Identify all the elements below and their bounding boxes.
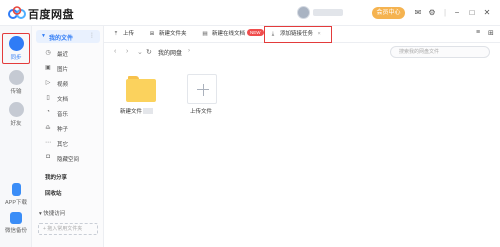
offline-task-highlight: ⤓ 添加链接任务 × (264, 26, 332, 43)
mail-icon[interactable]: ✉ (413, 8, 423, 18)
member-center-button[interactable]: 会员中心 (372, 7, 405, 19)
nav-my-files[interactable]: ▼ 我的文件 ⋮ (36, 30, 100, 43)
folder-body (126, 79, 156, 102)
new-badge: NEW (247, 29, 264, 36)
left-rail: 同步 传输 好友 APP下载 微信备份 (0, 26, 32, 247)
file-area: 新建文件 上传文件 (104, 62, 500, 247)
upload-button[interactable]: ⤒ 上传 (112, 29, 134, 40)
nav-item-label: 视频 (57, 81, 69, 88)
add-link-task-label: 添加链接任务 (280, 31, 314, 37)
plus-icon-vertical (202, 84, 204, 96)
app-window: 百度网盘 会员中心 ✉ ⚙ | − □ ✕ 同步 传输 好友 APP下载 微信备 (0, 0, 500, 247)
close-icon[interactable]: ✕ (482, 8, 492, 18)
title-bar: 百度网盘 会员中心 ✉ ⚙ | − □ ✕ (0, 0, 500, 26)
user-avatar[interactable] (297, 6, 310, 19)
wechat-backup-icon (10, 212, 22, 224)
settings-gear-icon[interactable]: ⚙ (427, 8, 437, 18)
folder-name-text: 新建文件 (120, 109, 143, 115)
chevron-down-icon[interactable]: ▼ (41, 33, 46, 39)
sort-icon[interactable]: ≡ (476, 29, 480, 36)
rail-label: 好友 (10, 121, 22, 127)
upload-tile[interactable] (187, 74, 217, 104)
blurred-text (143, 108, 154, 114)
download-icon: ⤓ (271, 31, 275, 37)
new-online-doc-label: 新建在线文档 (212, 31, 246, 37)
nav-item-label: 其它 (57, 141, 69, 148)
quick-access-label: 快捷访问 (43, 211, 66, 217)
nav-my-share[interactable]: 我的分享 (45, 173, 67, 181)
rail-label: APP下载 (4, 200, 27, 206)
image-icon: ▣ (45, 65, 51, 71)
lock-icon: ◘ (46, 154, 50, 160)
nav-item-music[interactable]: ◔ 音乐 (40, 108, 100, 118)
nav-quick-access[interactable]: ▾ 快捷访问 (39, 209, 65, 217)
folder-icon[interactable] (126, 76, 156, 102)
nav-item-label: 文档 (57, 96, 69, 103)
nav-item-seeds[interactable]: ♎ 种子 (40, 123, 100, 133)
rail-item-transfer[interactable]: 传输 (2, 70, 30, 95)
baidu-netdisk-logo-icon (8, 6, 26, 19)
user-name-blurred[interactable] (313, 9, 343, 16)
close-icon[interactable]: × (318, 31, 321, 37)
more-icon: ⋯ (45, 140, 51, 146)
transfer-icon (8, 70, 24, 85)
rail-label: 同步 (10, 55, 22, 61)
rail-item-sync[interactable]: 同步 (2, 33, 30, 64)
rail-label: 传输 (10, 89, 22, 95)
add-quick-folder-dropzone[interactable]: + 拖入常用文件夹 (38, 223, 98, 235)
back-icon[interactable]: ‹ (114, 48, 116, 55)
nav-item-documents[interactable]: ▯ 文档 (40, 93, 100, 103)
breadcrumb-separator-icon: › (188, 48, 190, 54)
document-icon: ▯ (46, 95, 50, 101)
nav-item-label: 音乐 (57, 111, 69, 118)
rail-label: 微信备份 (4, 228, 27, 234)
app-title: 百度网盘 (28, 9, 74, 21)
add-link-task-button[interactable]: ⤓ 添加链接任务 × (269, 29, 321, 40)
new-folder-label: 新建文件夹 (159, 31, 187, 37)
nav-item-other[interactable]: ⋯ 其它 (40, 138, 100, 148)
cloud-icon (8, 36, 24, 51)
nav-item-label: 隐藏空间 (57, 156, 80, 163)
nav-item-images[interactable]: ▣ 图片 (40, 63, 100, 73)
folder-name[interactable]: 新建文件 (120, 107, 154, 115)
nav-item-hidden-space[interactable]: ◘ 隐藏空间 (40, 153, 100, 163)
friends-icon (8, 102, 24, 117)
new-folder-button[interactable]: ⊞ 新建文件夹 (148, 29, 187, 40)
grid-view-icon[interactable]: ⊞ (488, 29, 494, 37)
rail-item-wechat-backup[interactable]: 微信备份 (2, 212, 30, 234)
toolbar: ⤒ 上传 ⊞ 新建文件夹 ▤ 新建在线文档 NEW ⤓ 添加链接任务 × ≡ ⊞ (104, 26, 500, 43)
breadcrumb[interactable]: 我的网盘 (158, 48, 182, 57)
search-input[interactable]: 搜索我的网盘文件 (390, 46, 490, 58)
clock-icon: ◷ (45, 50, 51, 56)
refresh-icon[interactable]: ↻ (146, 48, 152, 56)
rail-item-friends[interactable]: 好友 (2, 102, 30, 127)
nav-item-label: 最近 (57, 51, 69, 58)
nav-head-label: 我的文件 (49, 36, 74, 42)
forward-icon[interactable]: › (126, 48, 128, 55)
upload-file-label[interactable]: 上传文件 (190, 107, 212, 115)
document-icon: ▤ (202, 31, 208, 37)
maximize-icon[interactable]: □ (467, 8, 477, 18)
nav-item-label: 种子 (57, 126, 69, 133)
folder-plus-icon: ⊞ (149, 31, 155, 37)
upload-icon: ⤒ (114, 31, 118, 37)
minimize-icon[interactable]: − (452, 8, 462, 18)
nav-item-label: 图片 (57, 66, 69, 73)
address-bar: ‹ › ⌄ ↻ 我的网盘 › 搜索我的网盘文件 (104, 43, 500, 62)
side-nav: ▼ 我的文件 ⋮ ◷ 最近 ▣ 图片 ▷ 视频 ▯ 文档 ◔ 音乐 ♎ 种子 ⋯… (32, 26, 104, 247)
rail-item-app-download[interactable]: APP下载 (2, 183, 30, 206)
nav-item-recent[interactable]: ◷ 最近 (40, 48, 100, 58)
nav-item-videos[interactable]: ▷ 视频 (40, 78, 100, 88)
phone-icon (11, 183, 21, 196)
nav-recycle-bin[interactable]: 回收站 (45, 189, 62, 197)
new-online-doc-button[interactable]: ▤ 新建在线文档 NEW (201, 29, 264, 40)
upload-label: 上传 (123, 31, 135, 37)
video-icon: ▷ (45, 80, 51, 86)
titlebar-divider: | (443, 8, 447, 17)
seed-icon: ♎ (45, 125, 51, 131)
more-icon[interactable]: ⋮ (89, 32, 95, 39)
music-icon: ◔ (46, 109, 50, 115)
dropdown-icon[interactable]: ⌄ (137, 48, 143, 56)
